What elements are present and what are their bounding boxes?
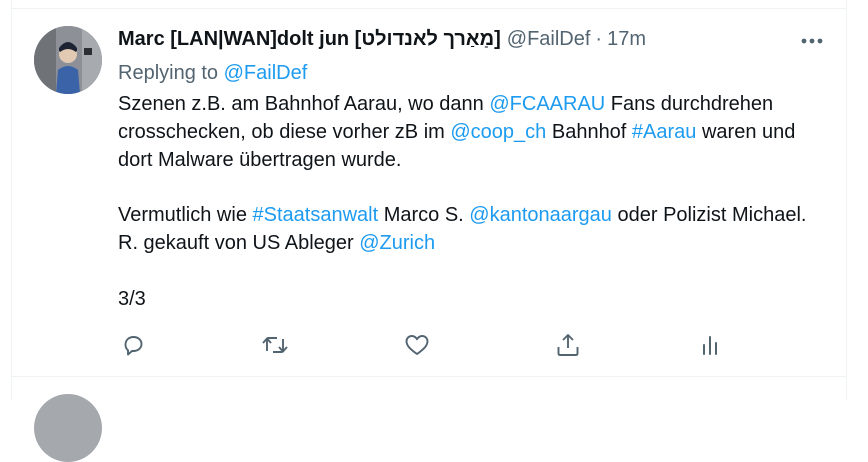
replying-to-link[interactable]: @FailDef <box>224 62 308 84</box>
user-handle[interactable]: @FailDef <box>507 28 591 51</box>
retweet-button[interactable] <box>260 330 290 360</box>
more-button[interactable] <box>798 29 826 53</box>
like-button[interactable] <box>402 330 432 360</box>
text-segment: Vermutlich wie <box>118 204 253 227</box>
mention-link[interactable]: @coop_ch <box>450 121 546 143</box>
text-segment: Bahnhof <box>546 120 632 143</box>
reply-button[interactable] <box>118 330 148 360</box>
analytics-icon <box>703 336 717 355</box>
mention-link[interactable]: @kantonaargau <box>469 204 612 226</box>
mention-link[interactable]: @Zurich <box>359 232 435 254</box>
divider-top <box>12 8 846 9</box>
separator-dot: · <box>595 28 603 50</box>
hashtag-link[interactable]: #Staatsanwalt <box>253 204 379 226</box>
tweet-paragraph: Vermutlich wie #Staatsanwalt Marco S. @k… <box>118 202 818 258</box>
replying-prefix: Replying to <box>118 62 219 84</box>
analytics-button[interactable] <box>695 330 725 360</box>
tweet-text: Szenen z.B. am Bahnhof Aarau, wo dann @F… <box>118 91 818 313</box>
tweet-timestamp[interactable]: 17m <box>607 28 646 51</box>
display-name[interactable]: Marc [LAN|WAN]dolt jun [מַאַרך לאנדולט] <box>118 28 501 51</box>
text-segment: Marco S. <box>378 204 470 227</box>
next-tweet-avatar[interactable] <box>34 394 102 462</box>
share-icon <box>557 334 579 356</box>
avatar[interactable] <box>34 26 102 94</box>
tweet-paragraph: Szenen z.B. am Bahnhof Aarau, wo dann @F… <box>118 91 818 174</box>
more-horizontal-icon <box>801 38 823 44</box>
mention-link[interactable]: @FCAARAU <box>489 93 605 115</box>
replying-to: Replying to @FailDef <box>118 62 307 85</box>
hashtag-link[interactable]: #Aarau <box>632 121 697 143</box>
heart-icon <box>405 335 429 355</box>
tweet-header: Marc [LAN|WAN]dolt jun [מַאַרך לאנדולט] … <box>118 28 646 54</box>
text-segment: Szenen z.B. am Bahnhof Aarau, wo dann <box>118 93 490 115</box>
divider-bottom <box>12 376 846 377</box>
reply-icon <box>124 336 143 356</box>
retweet-icon <box>262 337 288 353</box>
tweet-paragraph: 3/3 <box>118 287 146 310</box>
share-button[interactable] <box>553 330 583 360</box>
timeline-column: Marc [LAN|WAN]dolt jun [מַאַרך לאנדולט] … <box>11 0 847 462</box>
